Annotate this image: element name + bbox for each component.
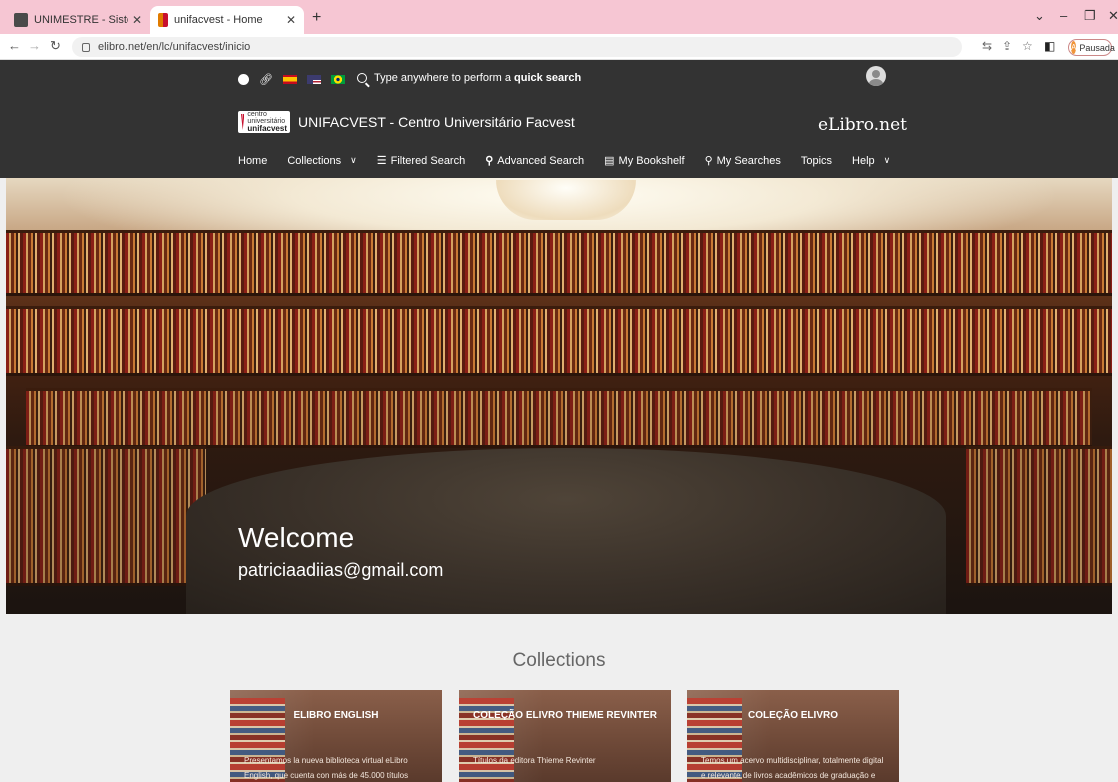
side-panel-icon[interactable]: ◧ (1044, 39, 1055, 53)
nav-collections-label: Collections (287, 154, 342, 167)
elibro-brand-logo[interactable]: eLibro.net (818, 115, 907, 135)
bookshelf-tier (6, 306, 1112, 376)
site-header: 🔗︎ Type anywhere to perform a quick sear… (0, 60, 1118, 178)
nav-help[interactable]: Help ∨ (852, 155, 890, 167)
unifacvest-v-logo-icon (241, 114, 245, 130)
quick-search-hint: Type anywhere to perform a (374, 72, 515, 84)
profile-button[interactable]: A Pausada (1068, 39, 1115, 56)
quick-search-hint-bold: quick search (514, 72, 582, 84)
tab-search-icon[interactable]: ⌄ (1034, 8, 1045, 24)
minimize-icon[interactable]: – (1060, 8, 1067, 23)
close-window-icon[interactable]: ✕ (1108, 8, 1118, 24)
collections-heading: Collections (512, 650, 606, 671)
language-bar: 🔗︎ (238, 73, 345, 86)
main-navigation: Home Collections ∨ ☰ Filtered Search ⚲ Adva… (238, 154, 910, 168)
nav-advanced-search-label: Advanced Search (497, 154, 585, 167)
logo-tagline: centro universitário (247, 111, 286, 125)
bookshelf-tier (26, 388, 1092, 448)
elibro-favicon-icon (158, 13, 168, 27)
user-avatar-icon[interactable] (866, 66, 886, 86)
tab-title: unifacvest - Home (174, 14, 263, 26)
nav-my-searches-label: My Searches (716, 154, 781, 167)
url-text: elibro.net/en/lc/unifacvest/inicio (98, 41, 251, 53)
collection-card-title: COLEÇÃO ELIVRO (747, 710, 838, 721)
nav-topics[interactable]: Topics (801, 155, 832, 167)
logo-text: centro universitário unifacvest (247, 111, 287, 133)
close-tab-icon[interactable]: ✕ (132, 13, 142, 27)
nav-filtered-search-label: Filtered Search (390, 154, 466, 167)
search-icon: ⚲ (704, 155, 713, 167)
nav-collections[interactable]: Collections ∨ (287, 155, 356, 167)
globe-icon[interactable] (238, 74, 249, 85)
nav-topics-label: Topics (800, 154, 833, 167)
nav-home-label: Home (238, 154, 268, 167)
avatar: A (1071, 41, 1077, 54)
chevron-down-icon: ∨ (350, 155, 357, 165)
nav-home[interactable]: Home (238, 155, 267, 167)
institution-name: UNIFACVEST - Centro Universitário Facves… (298, 114, 575, 130)
unifacvest-logo[interactable]: centro universitário unifacvest (238, 111, 290, 133)
reload-icon[interactable]: ↻ (50, 38, 61, 54)
back-icon[interactable]: ← (8, 38, 21, 53)
welcome-heading: Welcome (238, 522, 355, 553)
filter-icon: ☰ (376, 155, 387, 167)
nav-advanced-search[interactable]: ⚲ Advanced Search (485, 154, 585, 168)
bookshelf-tier (6, 446, 206, 586)
usa-flag-icon[interactable] (306, 75, 321, 84)
chevron-down-icon: ∨ (883, 155, 891, 165)
unimestre-favicon-icon (14, 13, 28, 27)
quick-search[interactable]: Type anywhere to perform a quick search (357, 72, 581, 84)
browser-tab-unimestre[interactable]: UNIMESTRE - Sistema de gestão ✕ (6, 6, 150, 34)
restore-icon[interactable]: ❐ (1084, 8, 1096, 24)
collection-card-title: COLEÇÃO ELIVRO THIEME REVINTER (473, 710, 657, 721)
collection-card-thieme-revinter[interactable]: COLEÇÃO ELIVRO THIEME REVINTER Títulos d… (459, 690, 671, 782)
nav-my-bookshelf-label: My Bookshelf (618, 154, 685, 167)
browser-tab-strip: UNIMESTRE - Sistema de gestão ✕ unifacve… (0, 0, 1118, 34)
bookshelf-icon: ▤ (604, 155, 615, 167)
nav-help-label: Help (852, 154, 875, 167)
search-icon: ⚲ (485, 155, 494, 167)
search-icon (357, 73, 367, 83)
link-icon[interactable]: 🔗︎ (259, 73, 273, 86)
bookshelf-tier (6, 230, 1112, 296)
brazil-flag-icon[interactable] (330, 75, 345, 84)
collection-card-elivro[interactable]: COLEÇÃO ELIVRO Temos um acervo multidisc… (687, 690, 899, 782)
profile-status: Pausada (1079, 42, 1115, 53)
address-bar[interactable]: elibro.net/en/lc/unifacvest/inicio (72, 37, 962, 57)
user-email: patriciaadiias@gmail.com (238, 560, 444, 580)
spain-flag-icon[interactable] (282, 75, 297, 84)
collection-card-description: Temos um acervo multidisciplinar, totalm… (701, 756, 884, 780)
collection-card-description: Títulos da editora Thieme Revinter (473, 756, 596, 765)
browser-tab-unifacvest[interactable]: unifacvest - Home ✕ (150, 6, 304, 34)
forward-icon[interactable]: → (28, 38, 41, 53)
nav-my-searches[interactable]: ⚲ My Searches (704, 154, 781, 168)
collection-card-title: ELIBRO ENGLISH (293, 710, 379, 721)
bookmark-star-icon[interactable]: ☆ (1022, 39, 1033, 53)
bookshelf-tier (966, 446, 1112, 586)
ceiling-light (496, 180, 636, 220)
collection-card-elibro-english[interactable]: ELIBRO ENGLISH Presentamos la nueva bibl… (230, 690, 442, 782)
logo-name: unifacvest (247, 124, 287, 133)
address-toolbar: ← → ↻ elibro.net/en/lc/unifacvest/inicio… (0, 34, 1118, 60)
collection-card-description: Presentamos la nueva biblioteca virtual … (244, 756, 409, 780)
translate-icon[interactable]: ⇆ (982, 39, 992, 53)
hero-library-image: Welcome patriciaadiias@gmail.com (6, 178, 1112, 614)
new-tab-icon[interactable]: + (312, 9, 321, 27)
share-icon[interactable]: ⇪ (1002, 39, 1012, 53)
nav-filtered-search[interactable]: ☰ Filtered Search (376, 154, 466, 168)
nav-my-bookshelf[interactable]: ▤ My Bookshelf (604, 154, 685, 168)
tab-title: UNIMESTRE - Sistema de gestão (34, 14, 128, 26)
lock-icon (82, 42, 90, 52)
close-tab-icon[interactable]: ✕ (286, 13, 296, 27)
